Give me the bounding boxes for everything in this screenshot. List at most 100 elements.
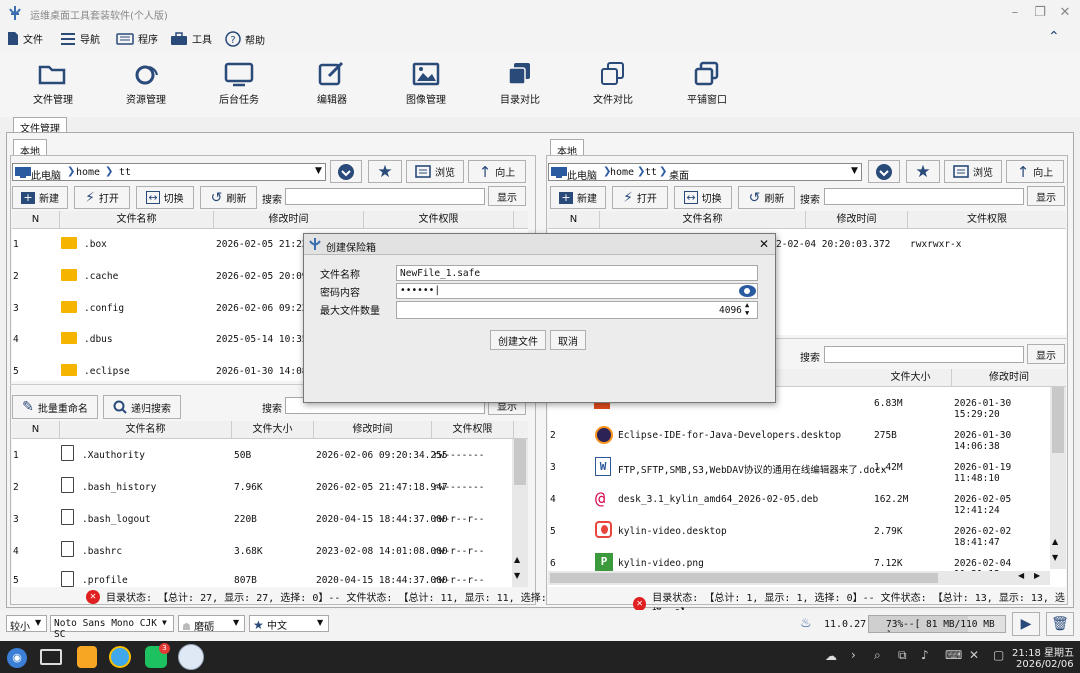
start-menu-icon[interactable]: ◉	[7, 648, 27, 668]
scrollbar-thumb[interactable]	[550, 573, 938, 583]
menu-file[interactable]: 文件	[7, 31, 43, 46]
column-header[interactable]: 修改时间	[806, 211, 908, 229]
chevron-right-icon[interactable]: ›	[851, 648, 856, 662]
filename-input[interactable]: NewFile_1.safe	[396, 265, 758, 281]
table-row[interactable]: 3 W FTP,SFTP,SMB,S3,WebDAV协议的通用在线编辑器来了.d…	[548, 457, 1050, 484]
right-go-button[interactable]	[868, 160, 900, 183]
clipboard-icon[interactable]: ⧉	[898, 648, 907, 663]
right-show-button[interactable]: 显示	[1027, 186, 1065, 206]
max-files-spinbox[interactable]: 4096 ▲ ▼	[396, 301, 758, 319]
size-select[interactable]: 较小 ▼	[6, 615, 47, 633]
ribbon-background-task-button[interactable]: 后台任务	[194, 51, 284, 115]
menu-help[interactable]: ? 帮助	[225, 31, 265, 47]
path-segment[interactable]: 桌面	[669, 167, 689, 182]
search-icon[interactable]: ⌕	[874, 648, 881, 663]
column-header[interactable]: 文件名称	[60, 211, 214, 229]
menu-tools[interactable]: 工具	[170, 31, 212, 46]
scrollbar-thumb[interactable]	[1052, 387, 1064, 453]
table-row[interactable]: 5 kylin-video.desktop 2.79K 2026-02-02 1…	[548, 521, 1050, 548]
file-manager-icon[interactable]	[77, 646, 97, 668]
column-header[interactable]: N	[12, 421, 60, 439]
table-row[interactable]: 4 .bashrc 3.68K 2023-02-08 14:01:08.000 …	[12, 541, 510, 561]
right-open-button[interactable]: ⚡ 打开	[612, 186, 668, 209]
scroll-down-icon[interactable]: ▼	[1052, 553, 1058, 562]
column-header[interactable]: 文件大小	[232, 421, 314, 439]
dialog-close-icon[interactable]: ✕	[759, 237, 769, 251]
column-header[interactable]: 修改时间	[214, 211, 364, 229]
scrollbar[interactable]: ▲ ▼	[1050, 387, 1066, 569]
right-browse-button[interactable]: 浏览	[944, 160, 1002, 183]
message-icon[interactable]: ▢	[993, 648, 1004, 662]
left-switch-button[interactable]: ↔ 切换	[136, 186, 194, 209]
multitask-icon[interactable]	[40, 649, 62, 665]
spin-up-icon[interactable]: ▲	[745, 301, 749, 309]
table-row[interactable]: 3 .bash_logout 220B 2020-04-15 18:44:37.…	[12, 509, 510, 529]
left-new-button[interactable]: + 新建	[12, 186, 68, 209]
right-favorite-button[interactable]: ★	[906, 160, 940, 183]
ribbon-file-compare-button[interactable]: 文件对比	[568, 51, 658, 115]
menu-navigate[interactable]: 导航	[60, 31, 100, 46]
ribbon-tile-window-button[interactable]: 平铺窗口	[662, 51, 752, 115]
scrollbar-thumb[interactable]	[514, 439, 526, 485]
table-row[interactable]: 5 .profile 807B 2020-04-15 18:44:37.000 …	[12, 571, 510, 587]
collapse-ribbon-icon[interactable]: ⌃	[1048, 29, 1060, 45]
menu-program[interactable]: 程序	[116, 31, 158, 46]
ribbon-resource-button[interactable]: 资源管理	[101, 51, 191, 115]
left-up-button[interactable]: ↑ 向上	[468, 160, 526, 183]
right-switch-button[interactable]: ↔ 切换	[674, 186, 732, 209]
left-browse-button[interactable]: 浏览	[406, 160, 464, 183]
minimize-button[interactable]: –	[1005, 5, 1025, 20]
column-header[interactable]: N	[12, 211, 60, 229]
column-header[interactable]: 文件权限	[364, 211, 514, 229]
path-segment[interactable]: tt	[119, 167, 131, 178]
table-row[interactable]: 2 .bash_history 7.96K 2026-02-05 21:47:1…	[12, 477, 510, 497]
ribbon-dir-compare-button[interactable]: 目录对比	[475, 51, 565, 115]
language-select[interactable]: ★ 中文 ▼	[249, 615, 329, 632]
spin-down-icon[interactable]: ▼	[745, 309, 749, 317]
maximize-button[interactable]: ❐	[1030, 5, 1050, 20]
theme-select[interactable]: ☗ 磨砺 ▼	[178, 615, 245, 633]
delete-button[interactable]: 🗑	[1046, 612, 1074, 636]
right-show-button-2[interactable]: 显示	[1027, 344, 1065, 364]
ribbon-image-button[interactable]: 图像管理	[381, 51, 471, 115]
left-show-button[interactable]: 显示	[488, 186, 526, 206]
create-file-button[interactable]: 创建文件	[490, 330, 546, 350]
eye-icon[interactable]	[739, 285, 756, 297]
run-button[interactable]: ▶	[1012, 612, 1040, 636]
column-header[interactable]: 文件名称	[60, 421, 232, 439]
table-row[interactable]: 4 @ desk_3.1_kylin_amd64_2026-02-05.deb …	[548, 489, 1050, 516]
right-up-button[interactable]: ↑ 向上	[1006, 160, 1064, 183]
right-search-input[interactable]	[824, 188, 1024, 205]
table-row[interactable]: 1 .Xauthority 50B 2026-02-06 09:20:34.25…	[12, 445, 510, 465]
memory-indicator[interactable]: 73%--[ 81 MB/110 MB ]	[868, 615, 1006, 633]
cancel-button[interactable]: 取消	[550, 330, 586, 350]
volume-icon[interactable]: ♪	[921, 648, 929, 662]
ribbon-editor-button[interactable]: 编辑器	[287, 51, 377, 115]
horizontal-scrollbar[interactable]: ◀ ▶	[548, 571, 1050, 585]
column-header[interactable]: 文件大小	[870, 369, 952, 387]
left-favorite-button[interactable]: ★	[368, 160, 402, 183]
password-input[interactable]: ••••••|	[396, 283, 758, 299]
column-header[interactable]: 文件权限	[908, 211, 1066, 229]
scroll-down-icon[interactable]: ▼	[514, 571, 520, 580]
font-select[interactable]: Noto Sans Mono CJK SC ▼	[50, 615, 174, 640]
left-refresh-button[interactable]: ↺ 刷新	[200, 186, 257, 209]
table-row[interactable]: 2 Eclipse-IDE-for-Java-Developers.deskto…	[548, 425, 1050, 452]
recursive-search-button[interactable]: 递归搜索	[103, 395, 181, 419]
right-refresh-button[interactable]: ↺ 刷新	[738, 186, 795, 209]
left-go-button[interactable]	[330, 160, 362, 183]
path-segment[interactable]: home	[76, 167, 100, 178]
ribbon-file-manager-button[interactable]: 文件管理	[8, 51, 98, 115]
left-path-combo[interactable]: 此电脑 ❯ home ❯ tt ▼	[12, 163, 326, 182]
scroll-up-icon[interactable]: ▲	[1052, 537, 1058, 546]
right-file-search-input[interactable]	[824, 346, 1024, 363]
batch-rename-button[interactable]: ✎ 批量重命名	[12, 395, 98, 419]
scroll-up-icon[interactable]: ▲	[514, 555, 520, 564]
left-tab-local[interactable]: 本地	[13, 139, 47, 158]
column-header[interactable]: 文件名称	[600, 211, 806, 229]
right-tab-local[interactable]: 本地	[550, 139, 584, 158]
column-header[interactable]: 修改时间	[952, 369, 1066, 387]
column-header[interactable]: N	[548, 211, 600, 229]
left-open-button[interactable]: ⚡ 打开	[74, 186, 130, 209]
column-header[interactable]: 修改时间	[314, 421, 432, 439]
